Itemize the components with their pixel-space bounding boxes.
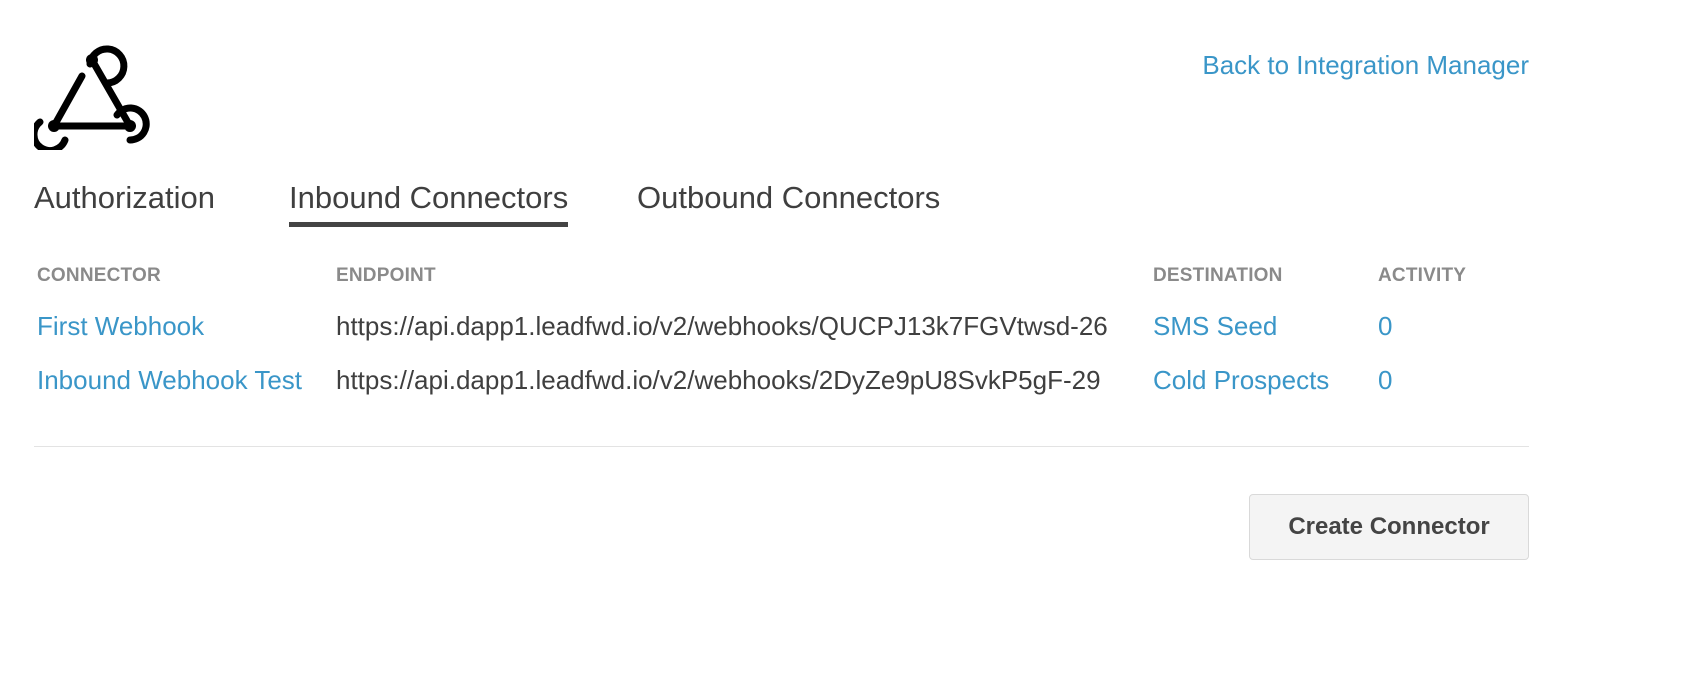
tab-outbound-connectors[interactable]: Outbound Connectors [637,180,940,222]
activity-count-link[interactable]: 0 [1378,365,1392,396]
activity-count-link[interactable]: 0 [1378,311,1392,342]
destination-link[interactable]: Cold Prospects [1153,365,1329,396]
endpoint-url: https://api.dapp1.leadfwd.io/v2/webhooks… [336,365,1101,395]
connector-name-link[interactable]: Inbound Webhook Test [37,365,302,396]
webhook-icon [34,45,150,150]
divider [34,446,1529,447]
connector-name-link[interactable]: First Webhook [37,311,204,342]
tab-authorization[interactable]: Authorization [34,180,215,222]
tab-inbound-connectors[interactable]: Inbound Connectors [289,180,569,227]
destination-link[interactable]: SMS Seed [1153,311,1277,342]
create-connector-button[interactable]: Create Connector [1249,494,1529,560]
endpoint-url: https://api.dapp1.leadfwd.io/v2/webhooks… [336,311,1108,341]
column-header-connector: CONNECTOR [37,265,161,286]
column-header-activity: ACTIVITY [1378,265,1467,286]
column-header-destination: DESTINATION [1153,265,1283,286]
column-header-endpoint: ENDPOINT [336,265,436,286]
back-to-integration-manager-link[interactable]: Back to Integration Manager [1202,50,1529,81]
